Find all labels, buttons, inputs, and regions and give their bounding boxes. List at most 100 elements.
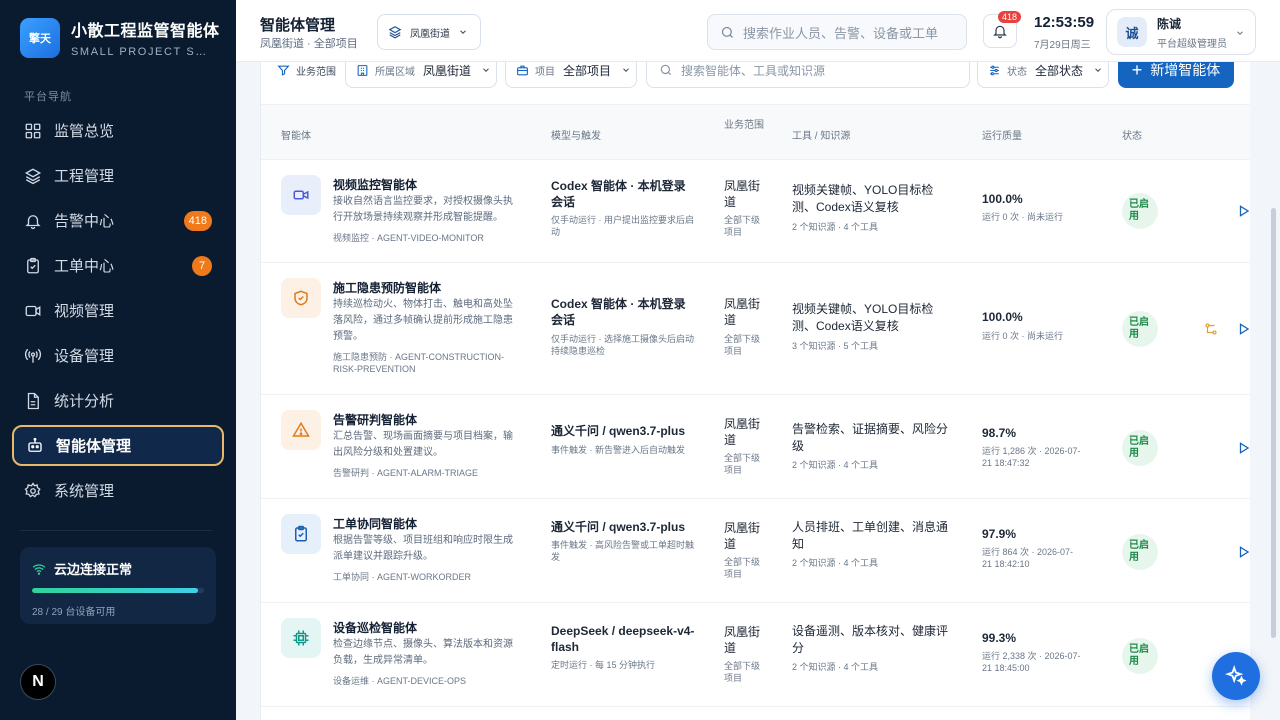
user-menu[interactable]: 诚 陈诚 平台超级管理员 xyxy=(1106,9,1256,55)
area-select[interactable]: 凤凰街道 xyxy=(377,14,481,50)
status-filter[interactable]: 状态 全部状态 xyxy=(977,62,1109,88)
table-row[interactable]: 工单协同智能体 根据告警等级、项目班组和响应时限生成派单建议并跟踪升级。 工单协… xyxy=(261,499,1250,603)
column-header-model[interactable]: 模型与触发 xyxy=(551,127,601,142)
ai-assistant-button[interactable] xyxy=(1212,652,1260,700)
sidebar-item-label: 设备管理 xyxy=(54,348,115,365)
shield-icon xyxy=(281,278,321,318)
agent-tag: 设备运维 · AGENT-DEVICE-OPS xyxy=(333,676,467,686)
play-icon[interactable] xyxy=(1237,204,1250,218)
agent-name: 告警研判智能体 xyxy=(333,413,418,427)
project-filter-value: 全部项目 xyxy=(563,63,612,78)
play-icon[interactable] xyxy=(1237,545,1250,559)
column-header-agent[interactable]: 智能体 xyxy=(281,127,311,142)
dashboard-icon xyxy=(25,123,41,138)
play-icon[interactable] xyxy=(1237,441,1250,455)
agent-trigger: 事件触发 · 高风险告警或工单超时触发 xyxy=(551,540,694,562)
agent-scope-detail: 全部下级项目 xyxy=(724,453,761,475)
agent-scope-detail: 全部下级项目 xyxy=(724,557,761,579)
agent-description: 检查边缘节点、摄像头、算法版本和资源负载，生成异常清单。 xyxy=(333,639,513,666)
chevron-down-icon xyxy=(460,30,466,34)
agent-description: 接收自然语言监控要求，对授权摄像头执行开放场景持续观察并形成智能提醒。 xyxy=(333,196,513,223)
sidebar-item-agents[interactable]: 智能体管理 xyxy=(12,425,224,466)
sidebar-item-overview[interactable]: 监管总览 xyxy=(12,110,224,151)
sidebar-item-alerts[interactable]: 告警中心 418 xyxy=(12,200,224,241)
workflow-icon[interactable] xyxy=(1204,322,1218,336)
device-availability-bar xyxy=(32,588,204,593)
sidebar-item-projects[interactable]: 工程管理 xyxy=(12,155,224,196)
add-agent-button[interactable]: + 新增智能体 xyxy=(1118,62,1234,88)
table-row[interactable]: 视频监控智能体 接收自然语言监控要求，对授权摄像头执行开放场景持续观察并形成智能… xyxy=(261,160,1250,263)
status-badge: 已启用 xyxy=(1122,193,1158,229)
filter-row: 业务范围 所属区域 凤凰街道 项目 全部项目 搜索智能体、工具或知识源 状态 全… xyxy=(261,62,1250,104)
sidebar-item-label: 视频管理 xyxy=(54,303,115,320)
agent-tag: 告警研判 · AGENT-ALARM-TRIAGE xyxy=(333,468,479,478)
page-title: 智能体管理 xyxy=(260,17,336,34)
sidebar-item-label: 统计分析 xyxy=(54,393,115,410)
notification-button[interactable]: 418 xyxy=(983,11,1021,48)
area-select-value: 凤凰街道 xyxy=(410,28,450,40)
agent-model: Codex 智能体 · 本机登录会话 xyxy=(551,179,686,209)
agent-quality-detail: 运行 2,338 次 · 2026-07-21 18:45:00 xyxy=(982,651,1081,673)
layers-icon xyxy=(388,26,402,39)
agent-tag: 视频监控 · AGENT-VIDEO-MONITOR xyxy=(333,233,484,243)
user-initial-avatar[interactable]: N xyxy=(20,664,56,700)
sidebar-item-devices[interactable]: 设备管理 xyxy=(12,335,224,376)
cloud-status-title: 云边连接正常 xyxy=(54,562,133,577)
global-search-input[interactable]: 搜索作业人员、告警、设备或工单 xyxy=(707,14,967,50)
agent-scope: 凤凰街道 xyxy=(724,521,761,551)
briefcase-icon xyxy=(517,65,528,75)
column-header-tools[interactable]: 工具 / 知识源 xyxy=(792,127,850,142)
agent-tools: 人员排班、工单创建、消息通知 xyxy=(792,520,949,551)
sidebar: 擎天 小散工程监管智能体 SMALL PROJECT SAFETY 平台导航 监… xyxy=(0,0,236,720)
agent-tools: 视频关键帧、YOLO目标检测、Codex语义复核 xyxy=(792,302,934,333)
alert-count-badge: 418 xyxy=(183,210,212,231)
agent-description: 汇总告警、现场画面摘要与项目档案，输出风险分级和处置建议。 xyxy=(333,431,513,458)
agent-quality-detail: 运行 0 次 · 尚未运行 xyxy=(982,212,1064,222)
sidebar-item-statistics[interactable]: 统计分析 xyxy=(12,380,224,421)
table-row[interactable]: 告警研判智能体 汇总告警、现场画面摘要与项目档案，输出风险分级和处置建议。 告警… xyxy=(261,395,1250,499)
agent-scope-detail: 全部下级项目 xyxy=(724,334,761,356)
table-row[interactable]: 设备巡检智能体 检查边缘节点、摄像头、算法版本和资源负载，生成异常清单。 设备运… xyxy=(261,603,1250,707)
region-filter[interactable]: 所属区域 凤凰街道 xyxy=(345,62,497,88)
status-badge: 已启用 xyxy=(1122,534,1158,570)
avatar: 诚 xyxy=(1117,17,1147,47)
project-filter[interactable]: 项目 全部项目 xyxy=(505,62,637,88)
gear-icon xyxy=(24,481,41,498)
agent-quality: 98.7% xyxy=(982,426,1017,440)
sidebar-item-workorders[interactable]: 工单中心 7 xyxy=(12,245,224,286)
sidebar-item-system[interactable]: 系统管理 xyxy=(12,470,224,511)
document-icon xyxy=(27,392,39,409)
agent-scope: 凤凰街道 xyxy=(724,417,761,447)
agent-trigger: 仅手动运行 · 用户提出监控要求后启动 xyxy=(551,215,694,237)
cloud-status-card: 云边连接正常 28 / 29 台设备可用 xyxy=(20,547,216,624)
status-badge: 已启用 xyxy=(1122,638,1158,674)
status-badge: 已启用 xyxy=(1122,430,1158,466)
agent-tag: 施工隐患预防 · AGENT-CONSTRUCTION-RISK-PREVENT… xyxy=(333,352,504,374)
agent-tools-detail: 3 个知识源 · 5 个工具 xyxy=(792,341,879,351)
page-scrollbar[interactable] xyxy=(1271,208,1276,638)
table-row[interactable]: 施工隐患预防智能体 持续巡检动火、物体打击、触电和高处坠落风险，通过多帧确认提前… xyxy=(261,263,1250,395)
scope-filter-label: 业务范围 xyxy=(277,62,336,78)
brand[interactable]: 擎天 小散工程监管智能体 SMALL PROJECT SAFETY xyxy=(20,17,220,58)
agent-quality-detail: 运行 864 次 · 2026-07-21 18:42:10 xyxy=(982,547,1074,569)
column-header-scope[interactable]: 业务范围 xyxy=(724,119,764,133)
agent-quality: 100.0% xyxy=(982,310,1023,324)
agents-table-card: 业务范围 所属区域 凤凰街道 项目 全部项目 搜索智能体、工具或知识源 状态 全… xyxy=(260,62,1250,720)
play-icon[interactable] xyxy=(1237,322,1250,336)
column-header-status[interactable]: 状态 xyxy=(1122,127,1142,142)
antenna-icon xyxy=(24,348,42,363)
agent-model: 通义千问 / qwen3.7-plus xyxy=(551,520,686,534)
agent-search-placeholder: 搜索智能体、工具或知识源 xyxy=(681,63,826,78)
workorder-count-badge: 7 xyxy=(192,255,212,276)
agent-scope: 凤凰街道 xyxy=(724,297,761,327)
sidebar-item-video[interactable]: 视频管理 xyxy=(12,290,224,331)
chevron-down-icon xyxy=(623,68,629,72)
agent-quality-detail: 运行 1,286 次 · 2026-07-21 18:47:32 xyxy=(982,446,1081,468)
agent-search-input[interactable]: 搜索智能体、工具或知识源 xyxy=(646,62,970,88)
table-header: 智能体 模型与触发 业务范围 工具 / 知识源 运行质量 状态 xyxy=(261,104,1250,160)
agent-tools-detail: 2 个知识源 · 4 个工具 xyxy=(792,222,879,232)
robot-icon xyxy=(28,437,42,452)
agent-trigger: 定时运行 · 每 15 分钟执行 xyxy=(551,660,656,670)
agent-tools: 视频关键帧、YOLO目标检测、Codex语义复核 xyxy=(792,183,934,214)
column-header-quality[interactable]: 运行质量 xyxy=(982,127,1022,142)
